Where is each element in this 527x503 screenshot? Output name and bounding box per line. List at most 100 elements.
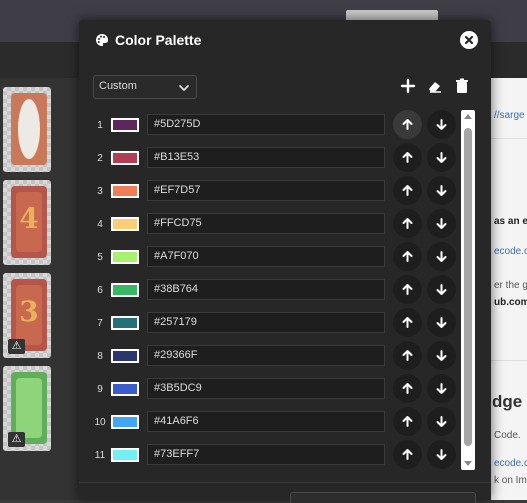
color-hex-input[interactable]: #FFCD75 <box>147 213 385 234</box>
doc-text-fragment: k on Im <box>494 475 527 486</box>
color-swatch[interactable] <box>111 118 139 132</box>
color-hex-input[interactable]: #A7F070 <box>147 246 385 267</box>
color-index: 5 <box>97 252 103 263</box>
palette-select-value: Custom <box>99 80 137 92</box>
scroll-up-arrow[interactable] <box>464 114 472 119</box>
add-color-button[interactable] <box>399 77 417 95</box>
color-row: 5 #A7F070 <box>93 242 461 275</box>
move-up-button[interactable] <box>393 275 422 304</box>
chevron-down-icon <box>178 81 190 99</box>
doc-text-fragment: er the g <box>494 280 527 291</box>
color-hex-input[interactable]: #EF7D57 <box>147 180 385 201</box>
color-row: 3 #EF7D57 <box>93 176 461 209</box>
card-back-image <box>11 93 47 165</box>
color-swatch[interactable] <box>111 151 139 165</box>
color-hex-input[interactable]: #257179 <box>147 312 385 333</box>
plus-icon <box>399 77 417 95</box>
move-down-button[interactable] <box>427 143 456 172</box>
dialog-footer-divider <box>79 482 491 483</box>
move-down-button[interactable] <box>427 275 456 304</box>
dialog-footer-button[interactable] <box>290 492 476 503</box>
move-up-button[interactable] <box>393 308 422 337</box>
sprite-thumbnail[interactable] <box>3 87 51 172</box>
palette-icon <box>95 33 109 52</box>
move-down-button[interactable] <box>427 242 456 271</box>
scroll-thumb[interactable] <box>464 128 472 446</box>
doc-heading-fragment: dge <box>492 392 523 411</box>
move-down-button[interactable] <box>427 176 456 205</box>
color-index: 1 <box>97 120 103 131</box>
color-hex-input[interactable]: #29366F <box>147 345 385 366</box>
color-row: 2 #B13E53 <box>93 143 461 176</box>
color-swatch[interactable] <box>111 448 139 462</box>
color-index: 3 <box>97 186 103 197</box>
color-swatch[interactable] <box>111 316 139 330</box>
color-hex-input[interactable]: #73EFF7 <box>147 444 385 465</box>
close-button[interactable] <box>460 31 478 49</box>
color-swatch[interactable] <box>111 349 139 363</box>
color-index: 9 <box>97 384 103 395</box>
color-row: 6 #38B764 <box>93 275 461 308</box>
color-hex-input[interactable]: #41A6F6 <box>147 411 385 432</box>
dialog-header: Color Palette <box>79 20 491 60</box>
color-row: 7 #257179 <box>93 308 461 341</box>
doc-text-fragment: Code. <box>494 430 521 441</box>
move-down-button[interactable] <box>427 407 456 436</box>
color-swatch[interactable] <box>111 415 139 429</box>
move-down-button[interactable] <box>427 110 456 139</box>
sprite-thumbnail[interactable]: ⚠ <box>3 366 51 451</box>
move-up-button[interactable] <box>393 110 422 139</box>
palette-select[interactable]: Custom <box>93 75 197 99</box>
color-swatch[interactable] <box>111 283 139 297</box>
color-hex-input[interactable]: #5D275D <box>147 114 385 135</box>
doc-link-fragment[interactable]: //sarge <box>494 110 525 121</box>
sprite-thumbnail-panel: 4 3 ⚠ ⚠ <box>0 78 80 500</box>
color-list-scrollbar[interactable] <box>461 110 475 470</box>
clear-color-button[interactable] <box>426 77 444 95</box>
warning-icon: ⚠ <box>8 432 25 447</box>
move-up-button[interactable] <box>393 176 422 205</box>
color-swatch[interactable] <box>111 217 139 231</box>
close-icon <box>460 35 478 53</box>
doc-link-fragment[interactable]: ecode.c <box>494 246 527 257</box>
delete-color-button[interactable] <box>453 77 471 95</box>
color-row: 1 #5D275D <box>93 110 461 143</box>
color-row: 10 #41A6F6 <box>93 407 461 440</box>
eraser-icon <box>426 77 444 95</box>
move-down-button[interactable] <box>427 308 456 337</box>
move-up-button[interactable] <box>393 143 422 172</box>
color-swatch[interactable] <box>111 184 139 198</box>
color-index: 8 <box>97 351 103 362</box>
move-down-button[interactable] <box>427 374 456 403</box>
color-hex-input[interactable]: #B13E53 <box>147 147 385 168</box>
color-list: 1 #5D275D 2 #B13E53 3 #EF7D57 4 #FFCD75 5 #A7F070… <box>93 110 461 470</box>
doc-link-fragment[interactable]: ecode.c <box>494 458 527 469</box>
move-up-button[interactable] <box>393 242 422 271</box>
scroll-down-arrow[interactable] <box>464 461 472 466</box>
move-up-button[interactable] <box>393 374 422 403</box>
move-down-button[interactable] <box>427 440 456 469</box>
doc-text-fragment: as an ex <box>494 216 527 227</box>
color-row: 11 #73EFF7 <box>93 440 461 470</box>
move-down-button[interactable] <box>427 341 456 370</box>
doc-link-fragment[interactable]: ub.com/ <box>494 297 527 308</box>
color-index: 2 <box>97 153 103 164</box>
color-hex-input[interactable]: #38B764 <box>147 279 385 300</box>
color-hex-input[interactable]: #3B5DC9 <box>147 378 385 399</box>
sprite-thumbnail[interactable]: 3 ⚠ <box>3 273 51 358</box>
move-up-button[interactable] <box>393 440 422 469</box>
card-four-image: 4 <box>11 186 47 258</box>
sprite-thumbnail[interactable]: 4 <box>3 180 51 265</box>
move-up-button[interactable] <box>393 341 422 370</box>
color-index: 6 <box>97 285 103 296</box>
color-swatch[interactable] <box>111 250 139 264</box>
color-swatch[interactable] <box>111 382 139 396</box>
move-up-button[interactable] <box>393 407 422 436</box>
move-up-button[interactable] <box>393 209 422 238</box>
color-index: 4 <box>97 219 103 230</box>
color-index: 10 <box>94 417 106 428</box>
color-row: 9 #3B5DC9 <box>93 374 461 407</box>
move-down-button[interactable] <box>427 209 456 238</box>
color-row: 4 #FFCD75 <box>93 209 461 242</box>
color-palette-dialog: Color Palette Custom 1 #5D275D 2 #B13E53 3 #E… <box>79 20 491 503</box>
